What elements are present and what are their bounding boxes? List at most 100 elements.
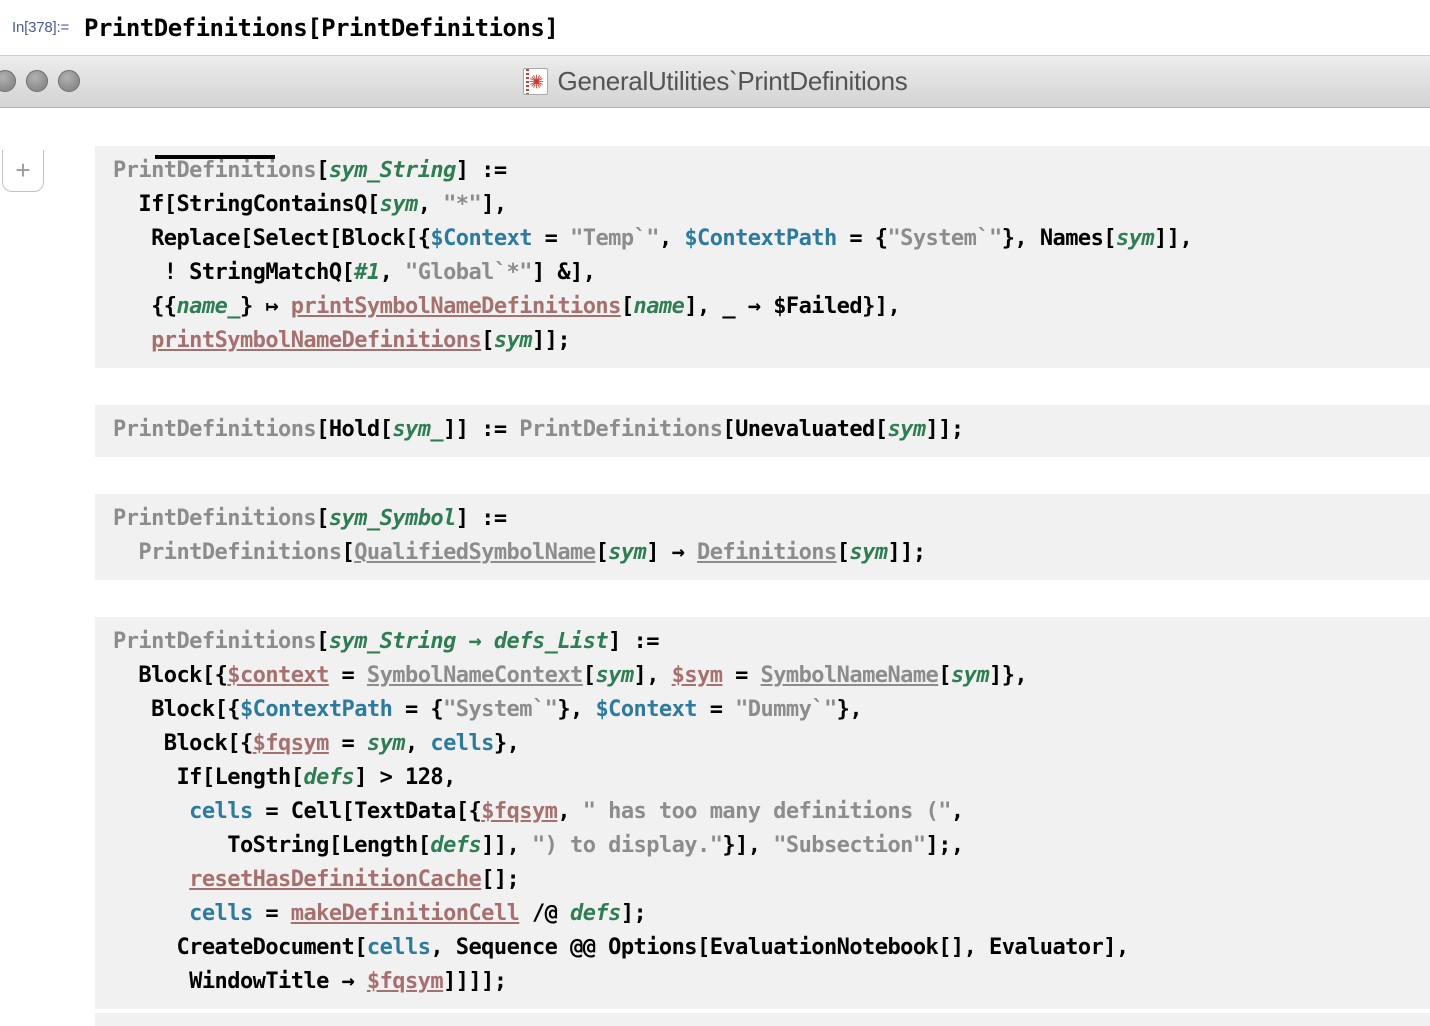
code-token: [{ [201,663,228,688]
code-token: EvaluationNotebook [709,935,939,960]
code-token: = { [392,697,444,722]
code-token: Replace [113,226,240,251]
definition-3[interactable]: PrintDefinitions[sym_Symbol] := PrintDef… [95,494,1430,580]
definition-1[interactable]: PrintDefinitions[sym_String] := If[Strin… [95,146,1430,368]
code-token: [ [163,192,177,217]
code-token: ]]; [531,328,571,353]
code-token: "System`" [887,226,1002,251]
code-token: Hold [328,417,380,442]
code-token: [ [1103,226,1116,251]
code-token: [{ [405,226,431,251]
code-token: "System`" [443,697,558,722]
code-token: ]; [620,901,647,926]
window-titlebar[interactable]: GeneralUtilities`PrintDefinitions [0,55,1430,108]
window-title: GeneralUtilities`PrintDefinitions [557,66,908,96]
code-token: cells [189,901,253,926]
code-token: sym [950,663,990,688]
insert-cell-button[interactable]: + [2,150,44,192]
code-token: Block [113,731,228,756]
code-line: Block[{$context = SymbolNameContext[sym]… [113,659,1430,693]
code-token: Block [113,697,215,722]
code-line: Block[{$ContextPath = {"System`"}, $Cont… [113,693,1430,727]
code-token: If [113,765,202,790]
code-line: CreateDocument[cells, Sequence @@ Option… [113,931,1430,965]
code-token: [ [354,935,367,960]
code-token: sym [595,663,634,688]
code-token: ") to display." [531,833,723,858]
code-token: $fqsym [481,799,558,824]
code-token: sym_String → defs_List [328,629,609,654]
code-token: [ [417,833,431,858]
code-token: defs [570,901,621,926]
code-token: [{ [227,731,253,756]
code-token: "Temp`" [570,226,659,251]
code-token: ] := [608,629,672,654]
code-token: QualifiedSymbolName [354,540,596,565]
code-token: SymbolNameContext [366,663,583,688]
code-token: [ [239,226,253,251]
code-token: ] &], [531,260,596,285]
code-token: "Dummy`" [735,697,837,722]
code-token: }, [1001,226,1040,251]
code-token: }], [722,833,774,858]
code-line: cells = makeDefinitionCell /@ defs]; [113,897,1430,931]
code-token: } ↦ [239,294,291,319]
notebook-body: + PrintDefinitions[sym_String] := If[Str… [0,108,1430,1026]
code-token: makeDefinitionCell [290,901,520,926]
code-line: PrintDefinitions[sym_String → defs_List]… [113,625,1430,659]
code-token: $Context [595,697,697,722]
code-token: TextData [354,799,456,824]
code-token: PrintDefinitions [113,540,342,565]
cell-divider [155,155,275,159]
code-token: PrintDefinitions [519,417,723,442]
code-line: If[StringContainsQ[sym, "*"], [113,188,1430,222]
code-line: PrintDefinitions[sym_String] := [113,154,1430,188]
code-token: , [379,260,405,285]
code-token: , [405,731,431,756]
code-line: resetHasDefinitionCache[]; [113,863,1430,897]
code-token: defs [430,833,482,858]
definition-5-partial[interactable] [95,1013,1430,1026]
code-token: " has too many definitions (" [582,799,952,824]
code-line: If[Length[defs] > 128, [113,761,1430,795]
code-token: [ [874,417,888,442]
code-token: Sequence @@ Options [455,935,698,960]
code-token: $ContextPath [239,697,393,722]
code-token: , [557,799,583,824]
code-token: ]]]]; [443,969,507,994]
code-token: [{ [214,697,241,722]
code-token: [ [341,799,355,824]
code-token: "Global`*" [405,260,533,285]
code-token: = [531,226,571,251]
code-token: cells [366,935,431,960]
code-token: #1 [354,260,380,285]
code-token: [ [328,833,342,858]
code-token: [ [379,417,393,442]
code-token: $context [227,663,329,688]
code-token: = [328,663,367,688]
code-token: = [328,731,367,756]
definition-4[interactable]: PrintDefinitions[sym_String → defs_List]… [95,617,1430,1009]
code-token: []; [481,867,520,892]
code-token: [ [697,935,710,960]
code-token: [ [341,260,355,285]
code-token: StringMatchQ [189,260,342,285]
code-token: sym [849,540,888,565]
code-token: sym_String [328,158,457,183]
code-token: {{ [113,294,177,319]
input-cell[interactable]: In[378]:= PrintDefinitions[PrintDefiniti… [0,0,1430,55]
code-line: PrintDefinitions[sym_Symbol] := [113,502,1430,536]
code-token: = { [836,226,888,251]
code-token: [ [481,328,494,353]
code-token: "Subsection" [773,833,926,858]
code-token: Definitions [697,540,837,565]
code-token: Evaluator [989,935,1104,960]
code-token: cells [430,731,494,756]
code-token: If [113,192,164,217]
code-token: Block [341,226,406,251]
code-token: PrintDefinitions [113,158,317,183]
definition-2[interactable]: PrintDefinitions[Hold[sym_]] := PrintDef… [95,405,1430,457]
input-cell-code[interactable]: PrintDefinitions[PrintDefinitions] [84,14,559,42]
